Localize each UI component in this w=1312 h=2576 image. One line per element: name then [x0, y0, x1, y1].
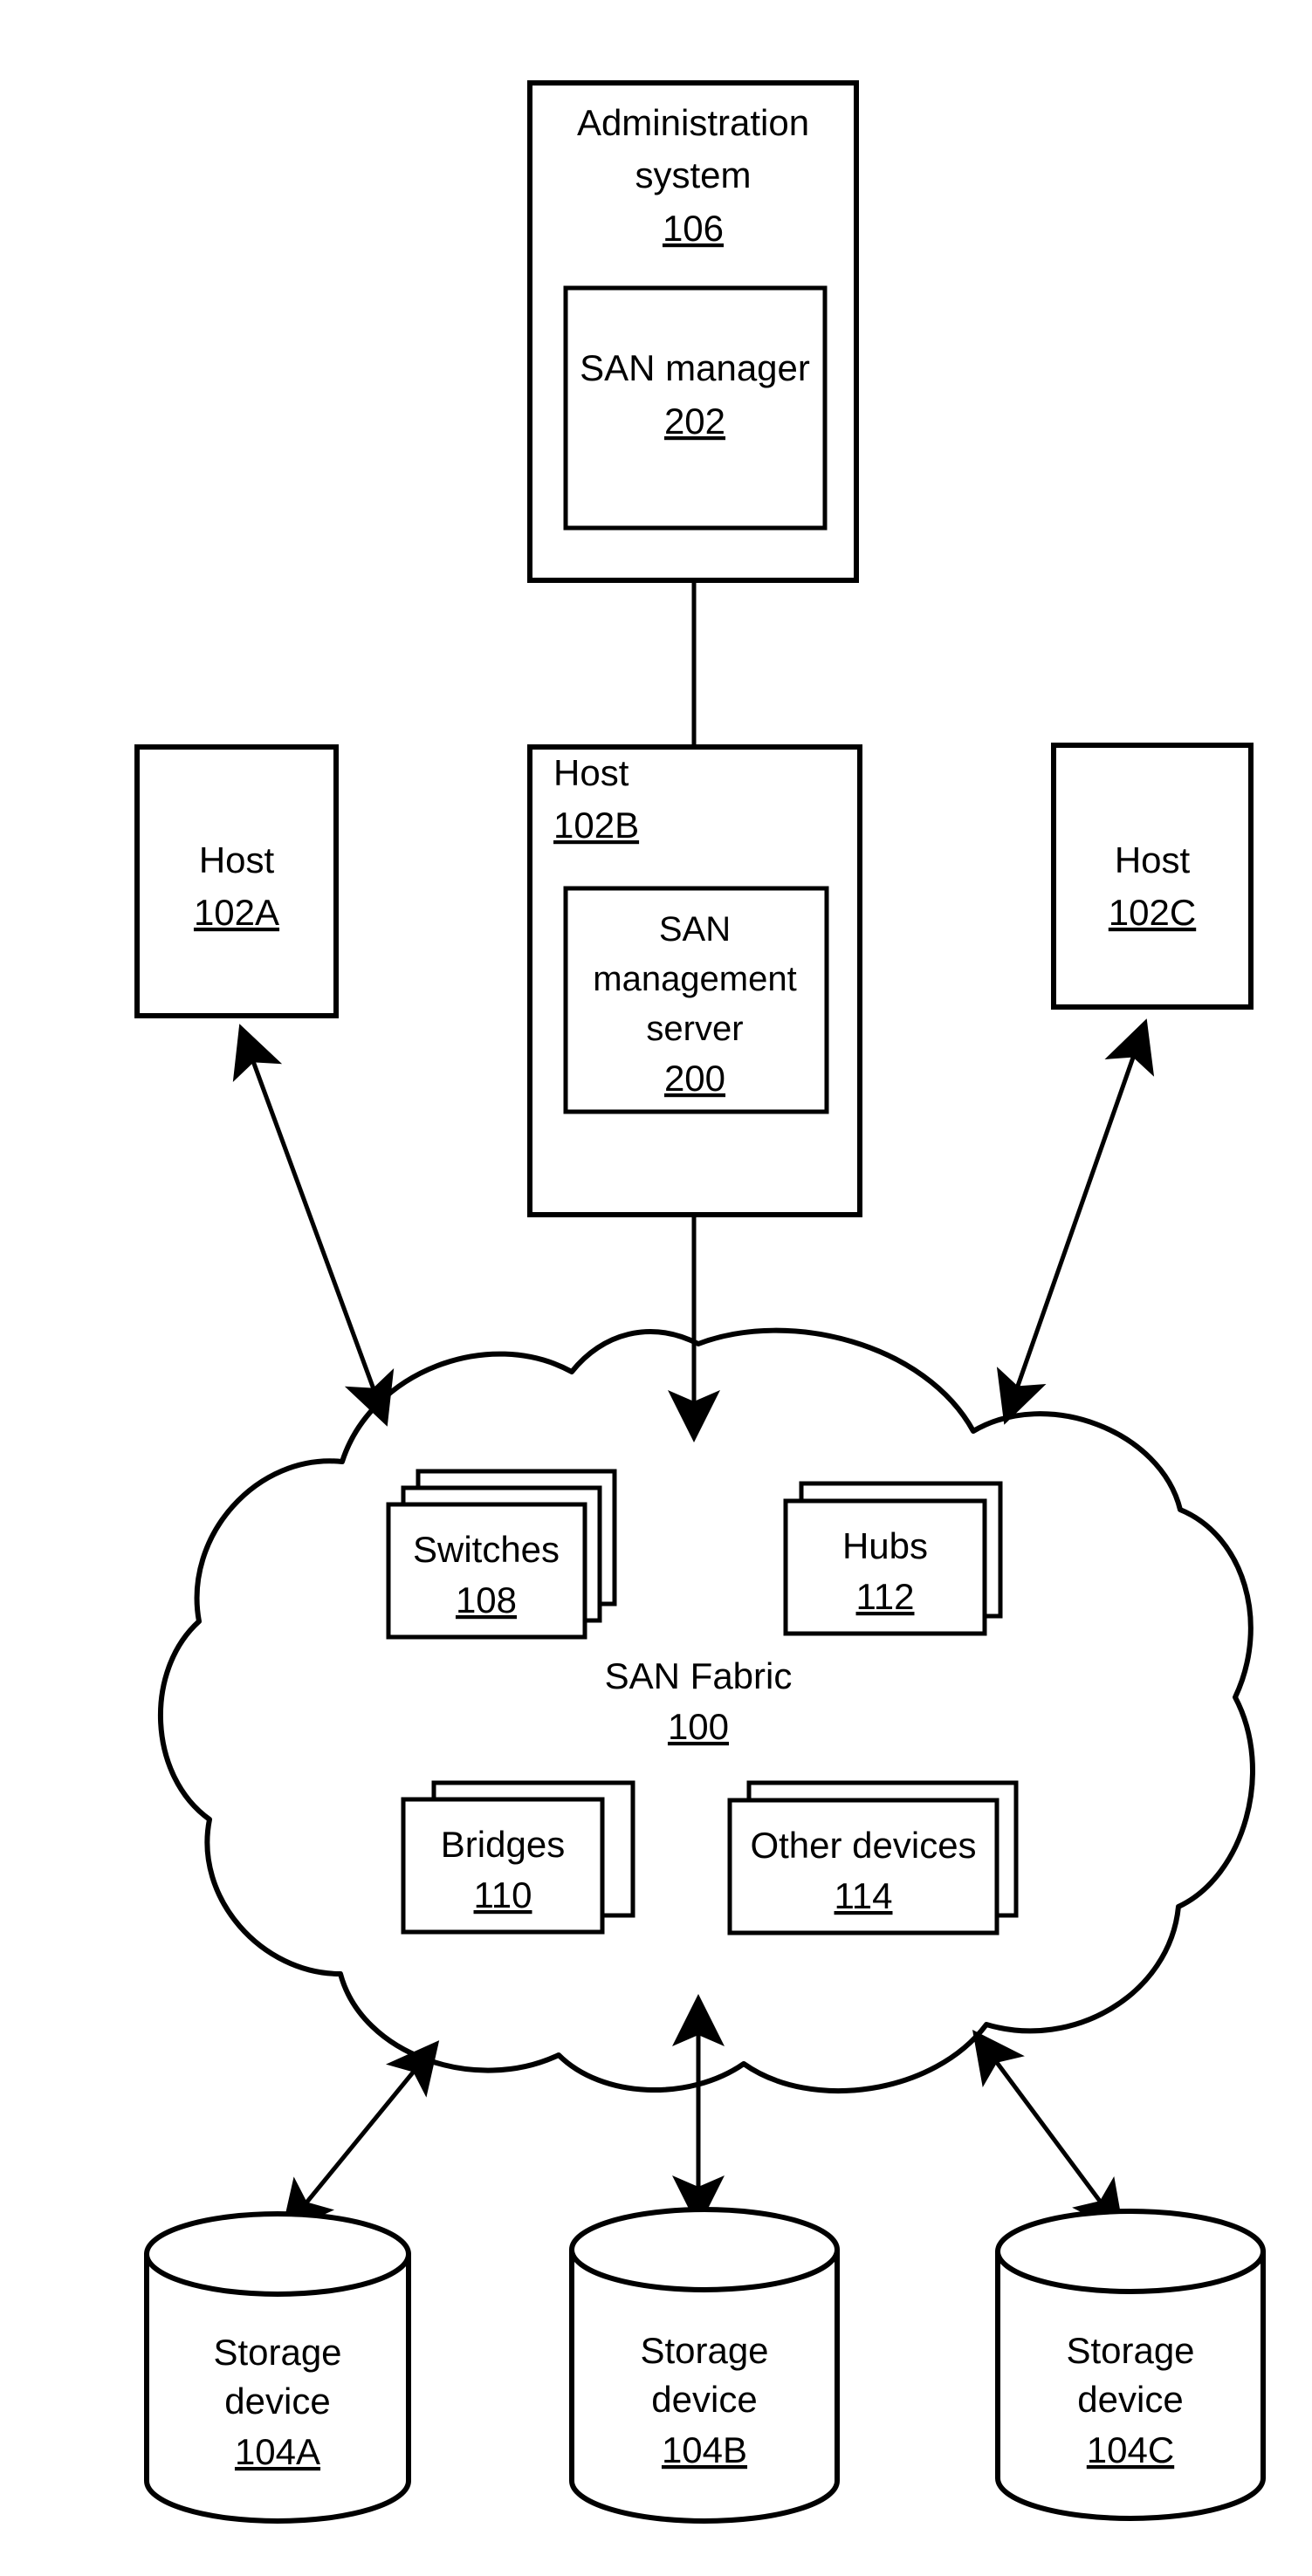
other-devices-stack[interactable]: Other devices 114	[727, 1780, 1019, 1935]
storage-b-label-line2: device	[651, 2379, 757, 2420]
administration-system-ref: 106	[663, 208, 724, 249]
arrow-fabric-to-storage-c	[972, 2029, 1124, 2235]
other-devices-label: Other devices	[750, 1825, 976, 1866]
bridges-label: Bridges	[441, 1824, 565, 1865]
switches-stack[interactable]: Switches 108	[386, 1469, 617, 1640]
san-management-server-ref: 200	[664, 1058, 725, 1099]
san-manager-label: SAN manager	[580, 347, 810, 388]
storage-c-label-line2: device	[1077, 2379, 1183, 2420]
host-b-box[interactable]: Host 102B SAN management server 200	[527, 744, 862, 1217]
storage-c-label-line1: Storage	[1066, 2330, 1194, 2371]
hubs-label: Hubs	[842, 1525, 928, 1566]
storage-a-label-line2: device	[224, 2381, 330, 2422]
administration-system-box[interactable]: Administration system 106 SAN manager 20…	[527, 80, 859, 583]
storage-a-label-line1: Storage	[213, 2332, 341, 2373]
san-management-server-box[interactable]: SAN management server 200	[563, 886, 829, 1114]
storage-c-ref: 104C	[1087, 2429, 1174, 2470]
san-manager-ref: 202	[664, 401, 725, 442]
switches-label: Switches	[413, 1529, 560, 1570]
host-c-label: Host	[1115, 839, 1191, 880]
storage-device-c[interactable]: Storage device 104C	[995, 2209, 1266, 2521]
arrow-host-a-to-fabric	[232, 1024, 395, 1427]
host-a-label: Host	[199, 839, 275, 880]
san-management-server-label-line3: server	[646, 1010, 743, 1048]
storage-a-ref: 104A	[235, 2431, 320, 2472]
san-fabric-label: SAN Fabric	[605, 1655, 793, 1696]
san-management-server-label-line1: SAN	[659, 910, 731, 949]
administration-system-label-line2: system	[635, 154, 751, 195]
administration-system-label-line1: Administration	[577, 102, 809, 143]
arrow-fabric-to-storage-a	[280, 2040, 440, 2234]
host-b-ref: 102B	[553, 805, 639, 846]
host-c-ref: 102C	[1109, 892, 1196, 933]
switches-ref: 108	[456, 1579, 517, 1620]
hubs-ref: 112	[856, 1576, 915, 1617]
host-a-box[interactable]: Host 102A	[134, 744, 339, 1018]
arrow-host-c-to-fabric	[996, 1018, 1155, 1425]
storage-b-ref: 104B	[662, 2429, 747, 2470]
san-fabric-diagram: Administration system 106 SAN manager 20…	[0, 0, 1312, 2576]
host-c-box[interactable]: Host 102C	[1051, 743, 1254, 1010]
host-b-label: Host	[553, 752, 629, 793]
storage-b-label-line1: Storage	[640, 2330, 768, 2371]
san-management-server-label-line2: management	[593, 960, 796, 998]
bridges-ref: 110	[474, 1874, 532, 1915]
bridges-stack[interactable]: Bridges 110	[401, 1780, 635, 1935]
storage-device-b[interactable]: Storage device 104B	[569, 2207, 840, 2524]
host-a-ref: 102A	[194, 892, 279, 933]
storage-device-a[interactable]: Storage device 104A	[144, 2211, 411, 2524]
san-manager-box[interactable]: SAN manager 202	[563, 285, 828, 531]
san-fabric-ref: 100	[668, 1706, 729, 1747]
other-devices-ref: 114	[835, 1875, 893, 1916]
hubs-stack[interactable]: Hubs 112	[783, 1481, 1003, 1636]
